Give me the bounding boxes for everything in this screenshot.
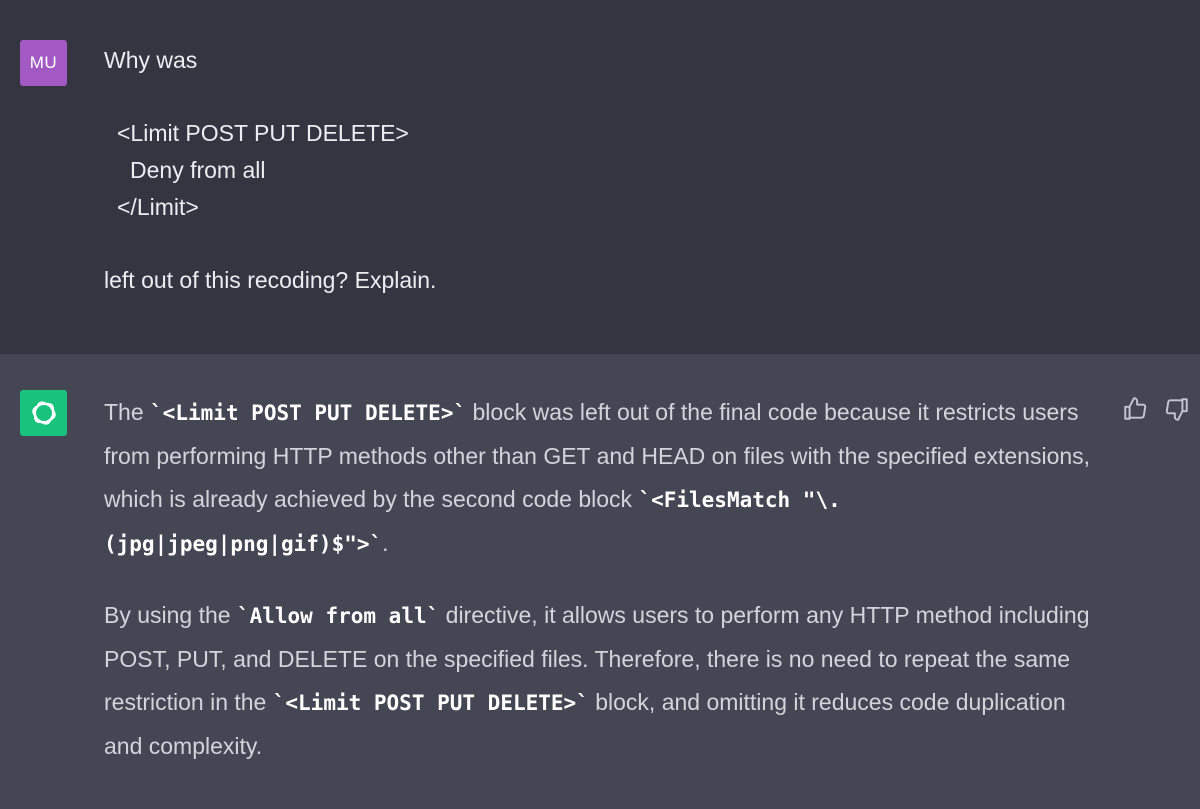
openai-logo-icon — [31, 401, 56, 425]
assistant-paragraph-1: The `<Limit POST PUT DELETE>` block was … — [104, 391, 1094, 566]
user-code-line: </Limit> — [117, 194, 199, 220]
user-code-line: <Limit POST PUT DELETE> — [117, 120, 409, 146]
user-message-line: Why was — [104, 47, 198, 73]
assistant-paragraph-2: By using the `Allow from all` directive,… — [104, 594, 1094, 768]
thumbs-down-button[interactable] — [1164, 396, 1190, 422]
thumbs-up-icon — [1124, 397, 1147, 420]
inline-code: `<Limit POST PUT DELETE>` — [150, 401, 467, 425]
inline-code: `Allow from all` — [236, 604, 440, 628]
thumbs-down-icon — [1165, 398, 1188, 421]
assistant-text: . — [382, 530, 389, 556]
user-code-line: Deny from all — [130, 157, 266, 183]
assistant-avatar — [20, 390, 67, 436]
thumbs-up-button[interactable] — [1122, 396, 1148, 422]
user-message-line: left out of this recoding? Explain. — [104, 267, 437, 293]
assistant-text: The — [104, 399, 151, 425]
inline-code: `<Limit POST PUT DELETE>` — [272, 691, 589, 715]
user-avatar: MU — [20, 40, 67, 86]
assistant-text: By using the — [104, 602, 237, 628]
